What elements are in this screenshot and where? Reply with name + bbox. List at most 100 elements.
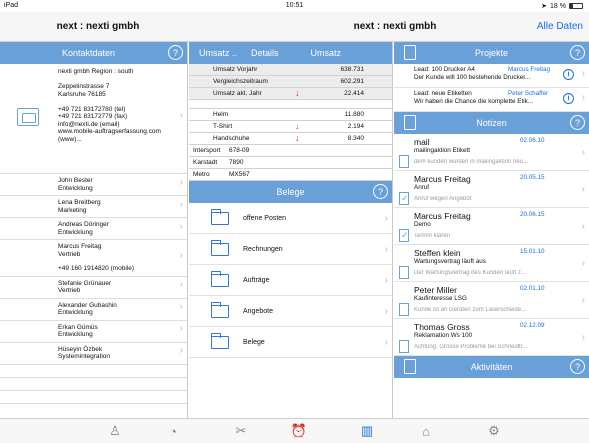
contact-row[interactable]: Stefanie Grünauer Vertrieb › [0,277,187,299]
document-category-label: Belege [243,338,265,346]
projects-column: Projekte ? Lead: 100 Drucker A4 Marcus Fr… [394,42,589,418]
alarm-clock-icon[interactable]: ⏰ [290,423,308,439]
status-bar: iPad 10:51 ➤ 18 % [0,0,589,12]
all-data-button[interactable]: Alle Daten [537,21,583,32]
note-row[interactable]: Marcus Freitag 20.05.15 Anruf Anruf wegen A… [394,171,589,208]
clock: 10:51 [285,2,304,9]
empty-row [0,391,187,404]
contact-spacer [58,258,175,265]
person-icon[interactable]: ♙ [106,423,124,439]
company-line: www.mobile-auftragserfassung.com [58,128,161,135]
project-owner: Marcus Freitag [508,66,550,73]
note-subject: Wartungsvertrag läuft aus [414,258,486,265]
chevron-right-icon: › [581,147,585,158]
customer-name: Karstadt [193,159,218,166]
customer-number: MX567 [229,171,250,178]
sales-label: Vergleichszeitraum [213,78,268,85]
down-arrow-icon: ↓ [295,121,300,131]
contact-row[interactable]: Lena Breitberg Marketing › [0,196,187,218]
note-preview: Termin klären [414,233,451,239]
chevron-right-icon: › [581,332,585,343]
note-preview: Der Wartungsvertrag des Kunden läuft z..… [414,270,526,276]
project-lead-row[interactable]: Lead: 100 Drucker A4 Marcus Freitag Der Ku… [394,64,589,88]
folder-icon [211,240,229,256]
documents-list: offene Posten › Rechnungen › Aufträge › Angebo… [189,203,392,358]
divider [189,100,392,109]
tab-umsatz-summary[interactable]: Umsatz .. [199,48,237,58]
map-icon[interactable] [17,108,39,126]
chevron-right-icon: › [179,249,183,261]
contact-name: John Bester [58,177,93,184]
speedometer-icon[interactable]: ◔ [164,423,182,439]
document-category-row[interactable]: offene Posten › [189,203,392,234]
customer-number-row: Intersport 678-09 [189,145,392,157]
note-row[interactable]: Steffen klein 15.01.10 Wartungsvertrag läu… [394,245,589,282]
chevron-right-icon: › [384,213,388,224]
shopping-bag-icon[interactable]: ⌂ [417,423,435,439]
sales-label: Umsatz akt. Jahr [213,90,262,97]
document-category-row[interactable]: Angebote › [189,296,392,327]
notes-list: mail 02.06.10 mailingaktion Etikett dem kun… [394,134,589,356]
document-category-row[interactable]: Aufträge › [189,265,392,296]
help-icon[interactable]: ? [168,45,183,60]
project-description: Wir haben die Chance die komplette Etik.… [414,98,534,105]
sales-value: 2.194 [347,123,364,130]
contact-row[interactable]: John Bester Entwicklung › [0,174,187,196]
tab-details[interactable]: Details [251,48,279,58]
document-category-row[interactable]: Belege › [189,327,392,358]
contact-row[interactable]: Hüseyin Özbek Systemintegration › [0,343,187,365]
contact-list: John Bester Entwicklung › Lena Breitberg Mar… [0,174,187,365]
contact-role: Entwicklung [58,184,93,192]
page-title: next : nexti gmbh [353,21,437,32]
info-icon[interactable]: i [563,93,574,104]
projects-header-title: Projekte [474,48,509,58]
help-icon[interactable]: ? [570,359,585,374]
product-table: Helm 11.880 T-Shirt ↓ 2.194 Handschuhe ↓ 8.340 [189,109,392,145]
note-row[interactable]: Thomas Gross 02.12.09 Reklamation Ws 100 Ac… [394,319,589,356]
bar-chart-icon[interactable]: ▥ [358,423,376,439]
note-date: 15.01.10 [520,248,545,255]
contact-row[interactable]: Andreas Döringer Entwicklung › [0,218,187,240]
tab-umsatz[interactable]: Umsatz [311,48,342,58]
sales-table: Umsatz Vorjahr 638.731 Vergleichszeitraum 6… [189,64,392,100]
help-icon[interactable]: ? [570,115,585,130]
contact-row[interactable]: Marcus Freitag Vertrieb +49 160 1914820 (m… [0,240,187,277]
info-icon[interactable]: i [563,69,574,80]
company-line [58,98,176,106]
document-category-label: Rechnungen [243,245,283,253]
contact-name: Alexander Gubashin [58,301,117,309]
note-row[interactable]: Peter Miller 02.01.10 Kaufinteresse LSG Kun… [394,282,589,319]
note-title: Peter Miller [414,285,457,295]
activities-header-title: Aktivitäten [470,362,513,372]
sales-row: T-Shirt ↓ 2.194 [189,121,392,133]
tools-icon[interactable]: ✂ [232,423,250,439]
project-owner: Peter Schaffer [508,90,549,97]
customer-number-row: Karstadt 7890 [189,157,392,169]
company-card[interactable]: nexti gmbh Region : south Zeppelinstrasse… [0,64,187,174]
contact-row[interactable]: Erkan Gümüs Entwicklung › [0,321,187,343]
note-title: Steffen klein [414,248,461,258]
customer-number-row: Metro MX567 [189,169,392,181]
contact-name: Marcus Freitag [58,243,102,250]
tab-bar: ♙ ◔ ✂ ⏰ ▥ ⌂ ⚙ [0,418,589,443]
sales-header: Umsatz .. Details Umsatz [189,42,392,64]
sales-value: 602.291 [340,78,365,85]
battery-percent: 18 % [550,2,566,10]
sales-row: Helm 11.880 [189,109,392,121]
contact-row[interactable]: Alexander Gubashin Entwicklung › [0,299,187,321]
chevron-right-icon: › [179,279,183,290]
help-icon[interactable]: ? [570,45,585,60]
note-subject: Kaufinteresse LSG [414,295,467,302]
note-preview: Anruf wegen Angebot [414,196,472,202]
help-icon[interactable]: ? [373,184,388,199]
empty-row [0,365,187,378]
note-row[interactable]: mail 02.06.10 mailingaktion Etikett dem kun… [394,134,589,171]
activities-header: Aktivitäten ? [394,356,589,378]
project-lead-row[interactable]: Lead: neue Etiketten Peter Schaffer Wir ha… [394,88,589,112]
note-preview: Kunde ist an Geräten zum Laserscheide... [414,307,527,313]
chevron-right-icon: › [179,301,183,312]
document-category-row[interactable]: Rechnungen › [189,234,392,265]
gear-icon[interactable]: ⚙ [485,423,503,439]
note-row[interactable]: Marcus Freitag 20.06.15 Demo Termin klären ✓… [394,208,589,245]
chevron-right-icon: › [179,176,183,188]
